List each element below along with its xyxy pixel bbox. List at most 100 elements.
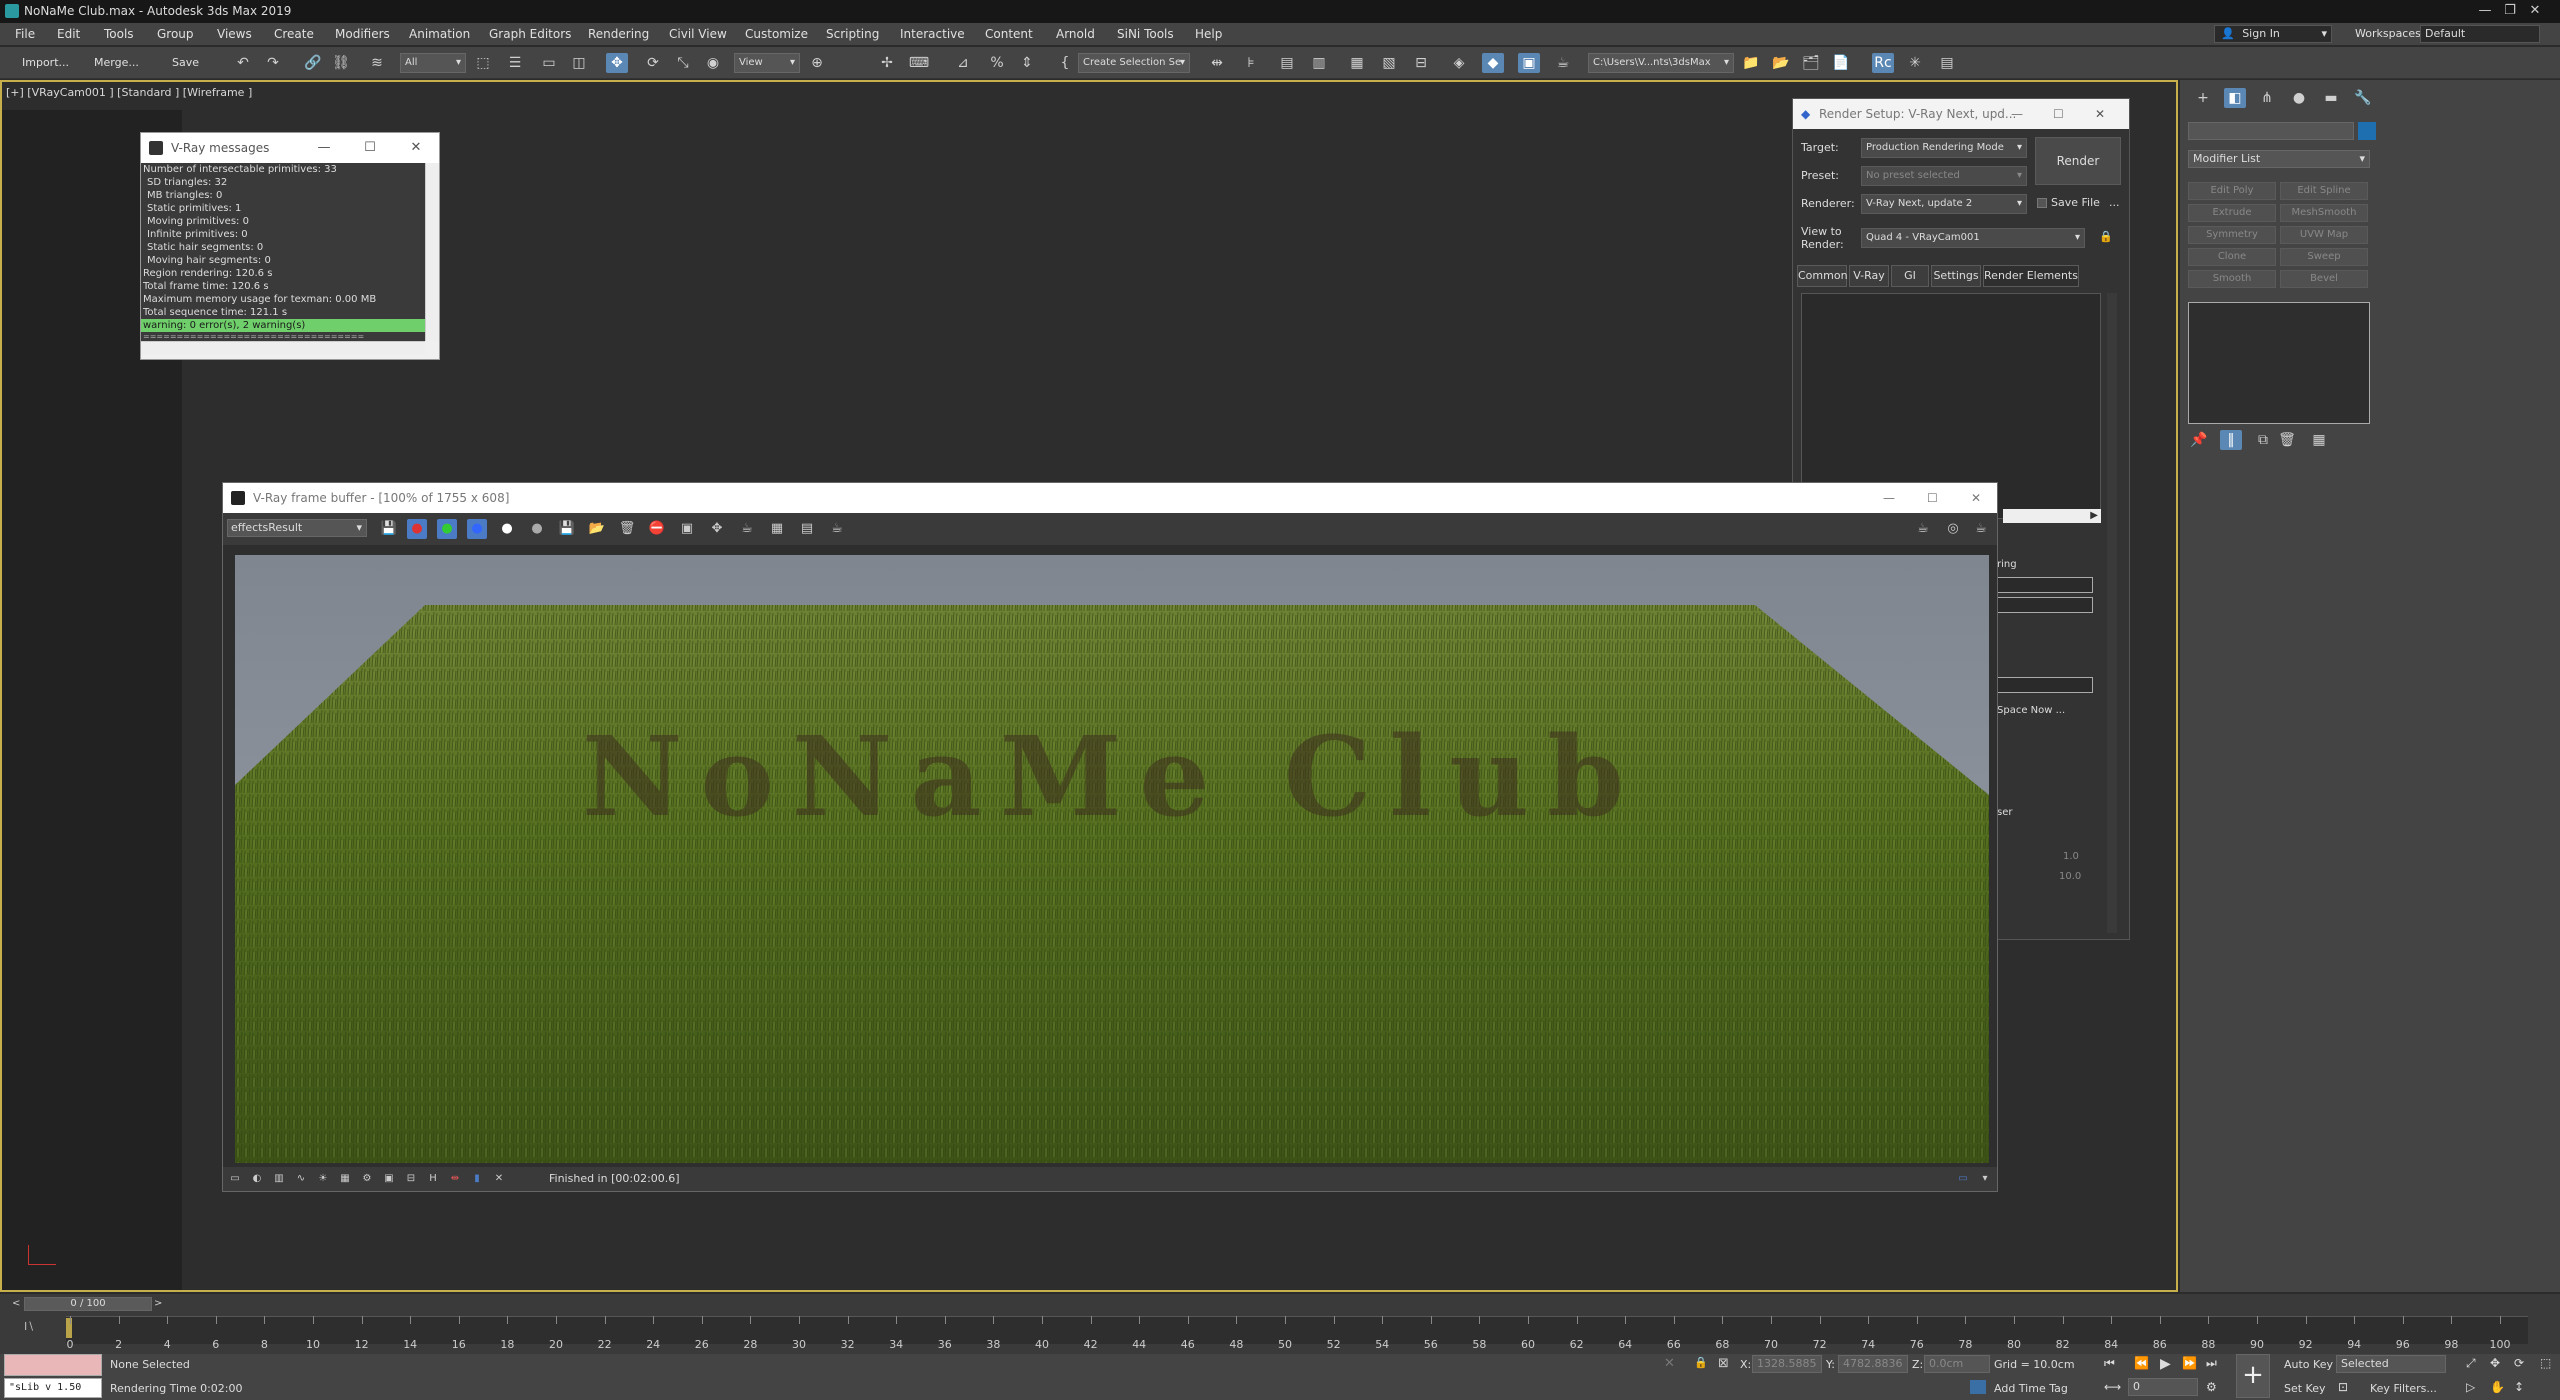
value-spinner[interactable]: 10.0 bbox=[2059, 871, 2081, 882]
motion-tab-icon[interactable]: ● bbox=[2288, 88, 2310, 108]
vray-table-icon[interactable]: ▤ bbox=[1936, 53, 1958, 73]
make-unique-icon[interactable]: ⧉ bbox=[2252, 430, 2274, 450]
absolute-mode-icon[interactable]: ⊠ bbox=[1718, 1356, 1729, 1371]
text-field[interactable] bbox=[1997, 597, 2093, 613]
maximize-button[interactable]: ☐ bbox=[347, 133, 393, 163]
modifier-list-dropdown[interactable]: Modifier List ▾ bbox=[2188, 150, 2370, 168]
blue-channel-icon[interactable]: ● bbox=[467, 519, 487, 539]
object-name-field[interactable] bbox=[2188, 122, 2354, 140]
current-frame-field[interactable]: 0 bbox=[2128, 1378, 2198, 1396]
stop-render-icon[interactable]: ⛔ bbox=[647, 519, 667, 539]
text-field[interactable] bbox=[1997, 577, 2093, 593]
vertical-scrollbar[interactable] bbox=[2107, 293, 2117, 933]
object-color-swatch[interactable] bbox=[2358, 122, 2376, 140]
close-button[interactable]: ✕ bbox=[2095, 99, 2105, 129]
move-icon[interactable]: ✥ bbox=[606, 53, 628, 73]
menu-views[interactable]: Views bbox=[214, 23, 255, 45]
lut-icon[interactable]: ▦ bbox=[335, 1169, 355, 1189]
menu-graph-editors[interactable]: Graph Editors bbox=[486, 23, 574, 45]
configure-modifier-sets-icon[interactable]: ▦ bbox=[2308, 430, 2330, 450]
display-tab-icon[interactable]: ▬ bbox=[2320, 88, 2342, 108]
edit-spline-button[interactable]: Edit Spline bbox=[2280, 182, 2368, 200]
window-crossing-icon[interactable]: ◫ bbox=[568, 53, 590, 73]
lens-effects-icon[interactable]: ▤ bbox=[797, 519, 817, 539]
project-path-dropdown[interactable]: C:\Users\V...nts\3dsMax bbox=[1588, 53, 1734, 73]
maximize-viewport-icon[interactable]: ⬚ bbox=[2540, 1356, 2551, 1370]
snap-toggle-icon[interactable]: ⊿ bbox=[952, 53, 974, 73]
menu-customize[interactable]: Customize bbox=[742, 23, 811, 45]
redo-icon[interactable]: ↷ bbox=[262, 53, 284, 73]
preset-dropdown[interactable]: No preset selected bbox=[1861, 166, 2027, 186]
horizontal-scrollbar[interactable] bbox=[141, 341, 425, 355]
pin-stack-icon[interactable]: 📌 bbox=[2188, 430, 2210, 450]
horizontal-wipe-icon[interactable]: H bbox=[423, 1169, 443, 1189]
menu-edit[interactable]: Edit bbox=[54, 23, 83, 45]
interactive-render-icon[interactable]: ☕ bbox=[1971, 519, 1991, 539]
material-editor-icon[interactable]: ◈ bbox=[1448, 53, 1470, 73]
pixel-aspect-icon[interactable]: ▮ bbox=[467, 1169, 487, 1189]
schematic-view-icon[interactable]: ⊟ bbox=[1410, 53, 1432, 73]
unlink-icon[interactable]: ⛓ bbox=[330, 53, 352, 73]
open-folder-icon[interactable]: 📂 bbox=[1770, 53, 1792, 73]
curve-editor-icon[interactable]: ▧ bbox=[1378, 53, 1400, 73]
clear-compare-icon[interactable]: ✕ bbox=[489, 1169, 509, 1189]
render-last-icon[interactable]: ☕ bbox=[737, 519, 757, 539]
extrude-button[interactable]: Extrude bbox=[2188, 204, 2276, 222]
minimize-button[interactable]: — bbox=[1883, 483, 1895, 513]
region-render-icon[interactable]: ▣ bbox=[677, 519, 697, 539]
vray-messages-titlebar[interactable]: V-Ray messages — ☐ ✕ bbox=[141, 133, 439, 163]
close-button[interactable]: ✕ bbox=[393, 133, 439, 163]
key-filters-button[interactable]: Key Filters... bbox=[2370, 1382, 2437, 1395]
hierarchy-tab-icon[interactable]: ⋔ bbox=[2256, 88, 2278, 108]
sign-in-button[interactable]: 👤 Sign In ▾ bbox=[2214, 25, 2332, 43]
uvw-map-button[interactable]: UVW Map bbox=[2280, 226, 2368, 244]
reference-coordinate-dropdown[interactable]: View bbox=[734, 53, 800, 73]
new-project-icon[interactable]: 📄 bbox=[1830, 53, 1852, 73]
y-coordinate-field[interactable]: 4782.8836 bbox=[1838, 1355, 1908, 1373]
menu-arnold[interactable]: Arnold bbox=[1053, 23, 1098, 45]
bevel-button[interactable]: Bevel bbox=[2280, 270, 2368, 288]
link-icon[interactable]: 🔗 bbox=[302, 53, 324, 73]
red-channel-icon[interactable]: ● bbox=[407, 519, 427, 539]
select-object-icon[interactable]: ⬚ bbox=[472, 53, 494, 73]
edit-named-selection-icon[interactable]: { bbox=[1054, 53, 1076, 73]
render-teapot-icon[interactable]: ☕ bbox=[1913, 519, 1933, 539]
smooth-button[interactable]: Smooth bbox=[2188, 270, 2276, 288]
key-filter-icon[interactable]: ⊡ bbox=[2338, 1380, 2348, 1394]
menu-modifiers[interactable]: Modifiers bbox=[332, 23, 393, 45]
menu-scripting[interactable]: Scripting bbox=[823, 23, 882, 45]
vray-light-icon[interactable]: ✳ bbox=[1904, 53, 1926, 73]
rendered-image[interactable]: NoNaMe Club bbox=[235, 555, 1989, 1163]
set-key-button[interactable]: Set Key bbox=[2284, 1382, 2326, 1395]
select-manipulate-icon[interactable]: ✢ bbox=[876, 53, 898, 73]
menu-help[interactable]: Help bbox=[1192, 23, 1225, 45]
place-icon[interactable]: ◉ bbox=[702, 53, 724, 73]
tab-gi[interactable]: GI bbox=[1891, 265, 1929, 287]
keyboard-shortcut-icon[interactable]: ⌨ bbox=[908, 53, 930, 73]
remove-modifier-icon[interactable]: 🗑 bbox=[2276, 430, 2298, 450]
undo-icon[interactable]: ↶ bbox=[232, 53, 254, 73]
spinner-snap-icon[interactable]: ⇕ bbox=[1016, 53, 1038, 73]
clear-image-icon[interactable]: 🗑 bbox=[617, 519, 637, 539]
symmetry-button[interactable]: Symmetry bbox=[2188, 226, 2276, 244]
x-coordinate-field[interactable]: 1328.5885 bbox=[1752, 1355, 1822, 1373]
pan-icon[interactable]: ✥ bbox=[2490, 1356, 2500, 1370]
create-tab-icon[interactable]: + bbox=[2192, 88, 2214, 108]
selection-filter-dropdown[interactable]: All bbox=[400, 53, 466, 73]
meshsmooth-button[interactable]: MeshSmooth bbox=[2280, 204, 2368, 222]
timeline-next-button[interactable]: > bbox=[154, 1298, 162, 1309]
select-by-name-icon[interactable]: ☰ bbox=[504, 53, 526, 73]
time-slider[interactable]: 0 / 100 bbox=[24, 1297, 152, 1311]
close-button[interactable]: ✕ bbox=[1971, 483, 1981, 513]
minimize-button[interactable]: — bbox=[2011, 99, 2023, 129]
srgb-icon[interactable]: ▣ bbox=[379, 1169, 399, 1189]
link-to-3ds-icon[interactable]: ▦ bbox=[767, 519, 787, 539]
tab-vray[interactable]: V-Ray bbox=[1849, 265, 1889, 287]
maximize-button[interactable]: ☐ bbox=[2053, 99, 2064, 129]
time-configuration-icon[interactable]: ⚙ bbox=[2206, 1380, 2217, 1394]
menu-civil-view[interactable]: Civil View bbox=[666, 23, 730, 45]
key-selection-dropdown[interactable]: Selected bbox=[2336, 1355, 2446, 1373]
exposure-icon[interactable]: ☀ bbox=[313, 1169, 333, 1189]
menu-create[interactable]: Create bbox=[271, 23, 317, 45]
field-of-view-icon[interactable]: ▷ bbox=[2466, 1380, 2475, 1394]
